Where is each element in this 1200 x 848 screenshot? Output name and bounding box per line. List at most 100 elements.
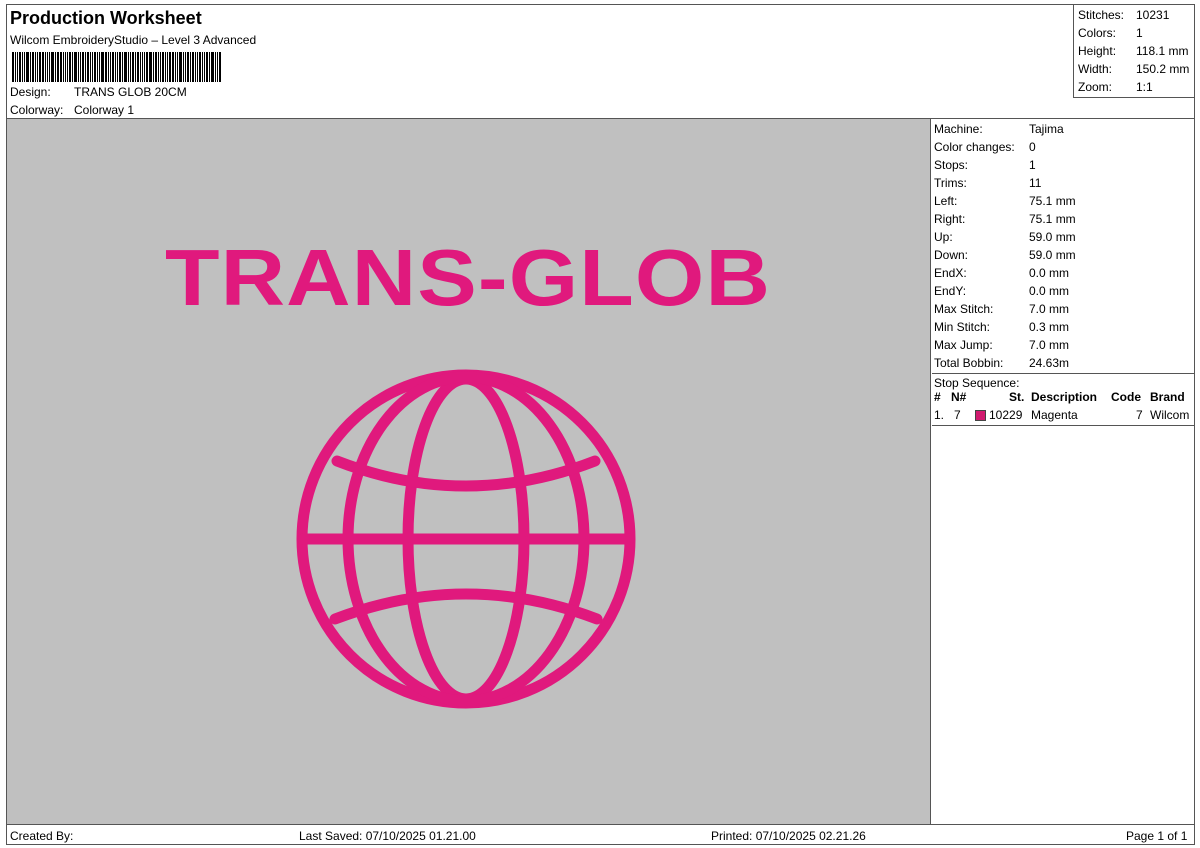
stop-sequence-title: Stop Sequence: (934, 376, 1020, 390)
barcode-bar (149, 52, 152, 82)
barcode-bar (179, 52, 182, 82)
summary-value: 150.2 mm (1136, 62, 1190, 76)
barcode-bar (132, 52, 134, 82)
barcode-bar (153, 52, 154, 82)
machine-label: Total Bobbin: (934, 356, 1004, 370)
machine-label: Down: (934, 248, 969, 262)
barcode-bar (57, 52, 59, 82)
design-value: TRANS GLOB 20CM (74, 85, 187, 99)
barcode-bar (74, 52, 77, 82)
machine-value: 0.0 mm (1029, 284, 1070, 298)
barcode-bar (185, 52, 186, 82)
machine-value: 0.3 mm (1029, 320, 1070, 334)
machine-value: 1 (1029, 158, 1036, 172)
barcode-bar (35, 52, 36, 82)
barcode-bar (177, 52, 178, 82)
barcode-bar (169, 52, 171, 82)
barcode-bar (80, 52, 81, 82)
last-saved: Last Saved: 07/10/2025 01.21.00 (299, 829, 476, 843)
machine-row: EndX: 0.0 mm (934, 266, 1069, 280)
barcode-bar (105, 52, 107, 82)
barcode-bar (130, 52, 131, 82)
row-needle: 7 (954, 408, 961, 422)
machine-label: Up: (934, 230, 953, 244)
barcode-bar (17, 52, 18, 82)
barcode-bar (99, 52, 100, 82)
machine-row: Min Stitch: 0.3 mm (934, 320, 1069, 334)
barcode-bar (47, 52, 48, 82)
machine-row: Total Bobbin: 24.63m (934, 356, 1069, 370)
summary-value: 1 (1136, 26, 1143, 40)
machine-label: Min Stitch: (934, 320, 991, 334)
machine-label: Max Jump: (934, 338, 993, 352)
page-number: Page 1 of 1 (1126, 829, 1188, 843)
barcode-bar (49, 52, 50, 82)
barcode-bar (128, 52, 129, 82)
machine-value: 0.0 mm (1029, 266, 1070, 280)
barcode-bar (197, 52, 198, 82)
barcode-bar (15, 52, 16, 82)
globe-icon (296, 369, 636, 709)
machine-value: 75.1 mm (1029, 194, 1076, 208)
barcode-bar (65, 52, 66, 82)
machine-row: EndY: 0.0 mm (934, 284, 1069, 298)
barcode-bar (115, 52, 116, 82)
worksheet-header: Production Worksheet Wilcom EmbroiderySt… (7, 5, 1073, 118)
barcode-bar (110, 52, 111, 82)
software-name: Wilcom EmbroideryStudio – Level 3 Advanc… (10, 33, 257, 47)
machine-value: 0 (1029, 140, 1036, 154)
barcode-bar (144, 52, 145, 82)
barcode-bar (199, 52, 201, 82)
summary-value: 1:1 (1136, 80, 1153, 94)
barcode-bar (87, 52, 89, 82)
machine-row: Stops: 1 (934, 158, 1036, 172)
design-preview: TRANS-GLOB (7, 119, 931, 824)
barcode-bar (172, 52, 174, 82)
barcode-bar (26, 52, 29, 82)
summary-row: Width: 150.2 mm (1078, 62, 1189, 76)
row-num: 1. (934, 408, 945, 422)
barcode-bar (78, 52, 79, 82)
barcode-bar (167, 52, 168, 82)
summary-box: Stitches: 10231 Colors: 1 Height: 118.1 mm … (1073, 5, 1195, 98)
barcode-bar (183, 52, 184, 82)
barcode-bar (219, 52, 221, 82)
machine-value: 59.0 mm (1029, 248, 1076, 262)
barcode-bar (122, 52, 123, 82)
summary-label: Width: (1078, 62, 1113, 76)
barcode-bar (19, 52, 21, 82)
barcode-bar (90, 52, 91, 82)
barcode-bar (165, 52, 166, 82)
machine-label: Trims: (934, 176, 967, 190)
barcode-bar (82, 52, 84, 82)
col-num: # (934, 390, 941, 404)
barcode-bar (94, 52, 96, 82)
colorway-value: Colorway 1 (74, 103, 135, 117)
design-label: Design: (10, 85, 51, 99)
barcode-bar (162, 52, 164, 82)
machine-value: 11 (1029, 176, 1042, 190)
machine-row: Machine: Tajima (934, 122, 1064, 136)
col-needle: N# (951, 390, 967, 404)
machine-value: 7.0 mm (1029, 302, 1070, 316)
machine-value: 24.63m (1029, 356, 1070, 370)
barcode-bar (140, 52, 141, 82)
machine-label: Right: (934, 212, 966, 226)
stop-sequence-end-divider (932, 425, 1195, 426)
row-code: 7 (1136, 408, 1143, 422)
created-by: Created By: (10, 829, 74, 843)
barcode-bar (158, 52, 159, 82)
machine-row: Max Stitch: 7.0 mm (934, 302, 1069, 316)
summary-label: Stitches: (1078, 8, 1125, 22)
machine-row: Down: 59.0 mm (934, 248, 1076, 262)
barcode-bar (72, 52, 73, 82)
production-worksheet: Production Worksheet Wilcom EmbroiderySt… (6, 4, 1195, 845)
barcode-bar (60, 52, 62, 82)
barcode-bar (175, 52, 176, 82)
barcode-bar (206, 52, 208, 82)
barcode-bar (22, 52, 23, 82)
barcode-bar (117, 52, 118, 82)
stop-sequence-header: # N# St. Description Code Brand (934, 390, 1192, 406)
barcode-bar (137, 52, 139, 82)
color-swatch (975, 410, 986, 421)
